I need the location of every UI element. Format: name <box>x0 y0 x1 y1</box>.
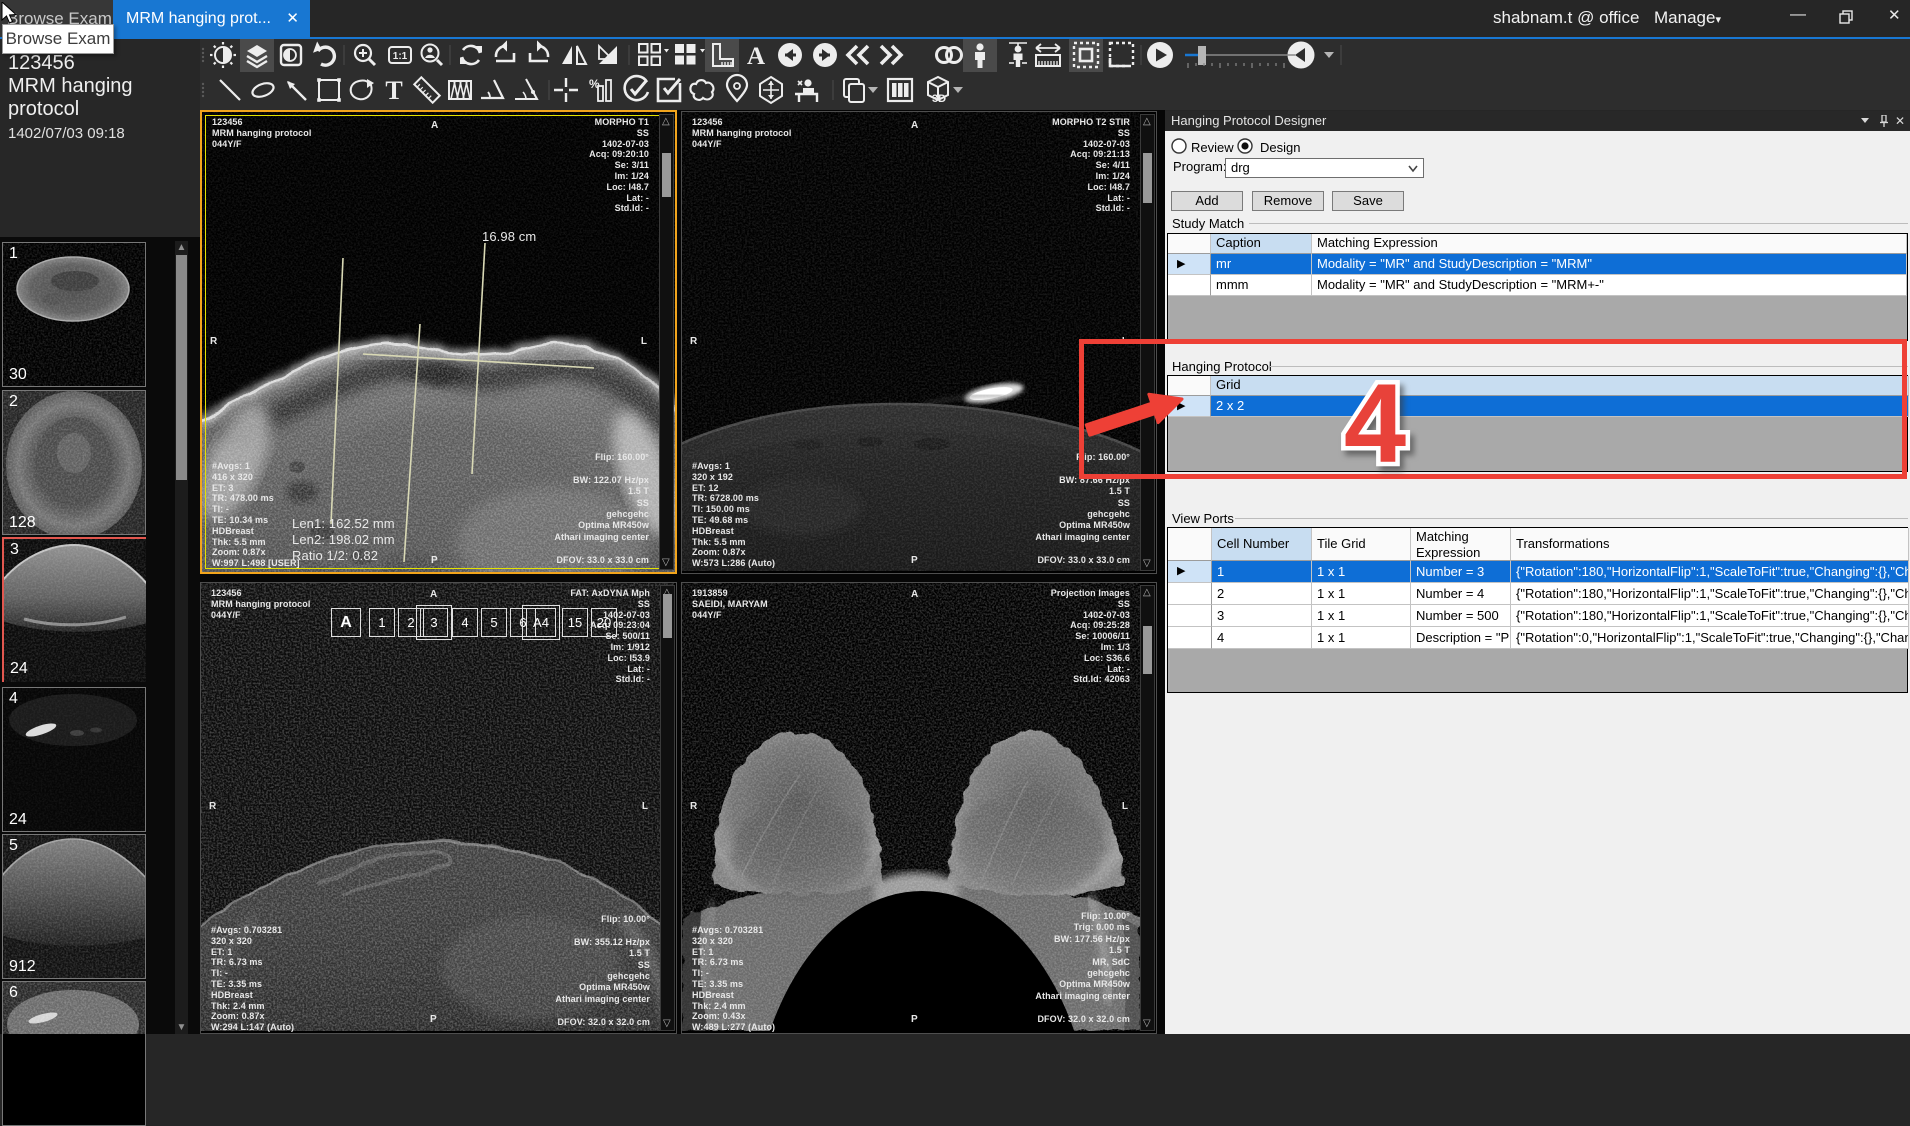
svg-text:A: A <box>747 43 765 70</box>
svg-text:3D: 3D <box>932 93 946 105</box>
svg-text:T: T <box>385 76 402 105</box>
svg-text:4: 4 <box>1344 380 1406 486</box>
svg-text:1:1: 1:1 <box>393 51 408 62</box>
